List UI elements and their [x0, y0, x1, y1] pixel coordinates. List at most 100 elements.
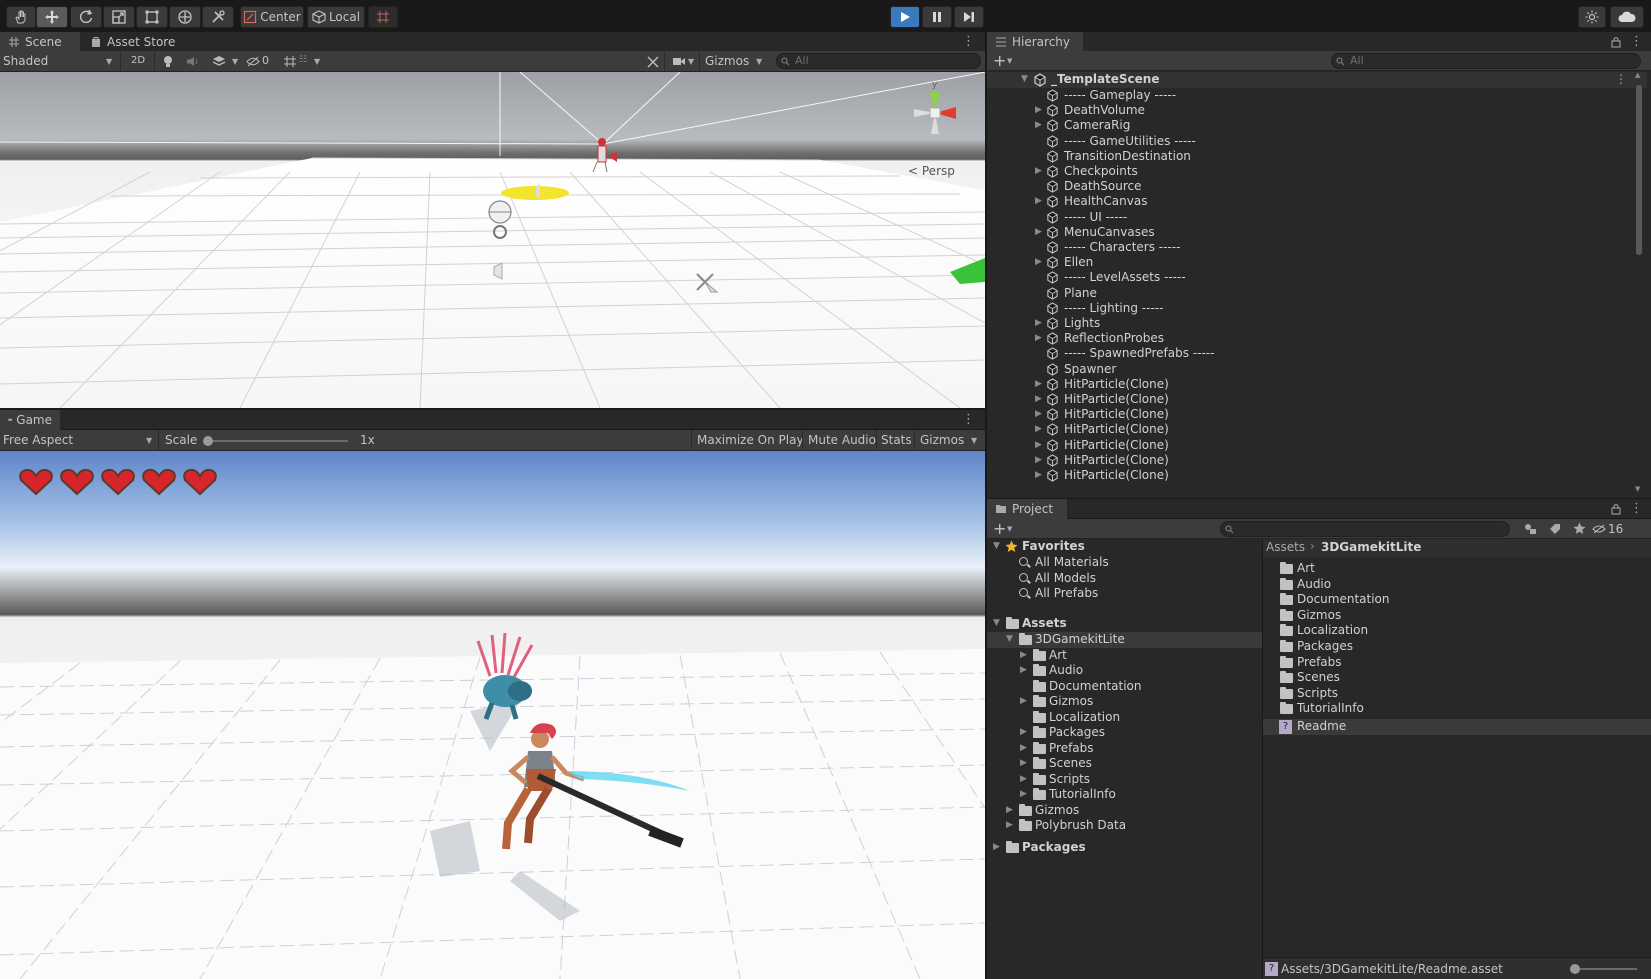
cloud-button[interactable]: [1610, 6, 1644, 28]
content-folder-item[interactable]: Scripts: [1263, 686, 1651, 702]
tab-hierarchy[interactable]: Hierarchy: [987, 32, 1083, 52]
scene-root-row[interactable]: ▼ _TemplateScene ⋮: [987, 72, 1647, 88]
hierarchy-item[interactable]: ▶ CameraRig: [987, 118, 1647, 134]
grid-settings-icon[interactable]: ☷: [299, 55, 307, 65]
breadcrumb-current[interactable]: 3DGamekitLite: [1321, 540, 1421, 554]
rotate-tool-button[interactable]: [70, 6, 102, 28]
icon-size-slider[interactable]: [1575, 968, 1637, 970]
hierarchy-item[interactable]: ▶ HitParticle(Clone): [987, 422, 1647, 438]
hierarchy-item[interactable]: ▶ HitParticle(Clone): [987, 407, 1647, 423]
hierarchy-item[interactable]: ▶ HitParticle(Clone): [987, 453, 1647, 469]
shading-mode-dropdown[interactable]: Shaded: [3, 54, 48, 68]
scrollbar-thumb[interactable]: [1636, 85, 1642, 255]
hierarchy-item[interactable]: ----- Gameplay -----: [987, 88, 1647, 104]
expand-arrow-icon[interactable]: ▶: [1035, 105, 1045, 115]
expand-arrow-icon[interactable]: ▶: [1035, 120, 1045, 130]
asset-tree-item[interactable]: ▶ Gizmos: [987, 803, 1262, 819]
expand-arrow-icon[interactable]: ▶: [1020, 758, 1027, 768]
expand-arrow-icon[interactable]: ▶: [1035, 424, 1045, 434]
scale-slider-handle[interactable]: [203, 436, 213, 446]
asset-tree-item[interactable]: ▶ Scripts: [987, 772, 1262, 788]
hidden-eye-icon[interactable]: [246, 56, 260, 67]
scene-viewport[interactable]: y < Persp: [0, 72, 985, 408]
expand-arrow-icon[interactable]: ▶: [1035, 318, 1045, 328]
scene-more-icon[interactable]: ⋮: [1615, 72, 1627, 86]
expand-arrow-icon[interactable]: ▶: [1020, 789, 1027, 799]
camera-dropdown-icon[interactable]: ▼: [688, 57, 694, 66]
hierarchy-item[interactable]: ----- UI -----: [987, 210, 1647, 226]
hierarchy-item[interactable]: ----- GameUtilities -----: [987, 134, 1647, 150]
hierarchy-item[interactable]: ▶ DeathVolume: [987, 103, 1647, 119]
transform-tool-button[interactable]: [169, 6, 201, 28]
expand-arrow-icon[interactable]: ▶: [1035, 333, 1045, 343]
effects-layers-icon[interactable]: [212, 55, 226, 68]
expand-arrow-icon[interactable]: ▶: [1035, 257, 1045, 267]
mute-audio-toggle[interactable]: Mute Audio: [808, 433, 876, 447]
hierarchy-item[interactable]: ▶ HealthCanvas: [987, 194, 1647, 210]
hierarchy-item[interactable]: ▶ HitParticle(Clone): [987, 438, 1647, 454]
pivot-local-button[interactable]: Local: [307, 6, 365, 28]
maximize-on-play-toggle[interactable]: Maximize On Play: [697, 433, 804, 447]
expand-arrow-icon[interactable]: ▶: [1035, 196, 1045, 206]
filter-type-icon[interactable]: [1524, 523, 1537, 535]
rect-tool-button[interactable]: [136, 6, 168, 28]
collapse-arrow-icon[interactable]: ▼: [993, 618, 1000, 628]
filter-label-icon[interactable]: [1549, 523, 1561, 535]
hierarchy-item[interactable]: TransitionDestination: [987, 149, 1647, 165]
effects-dropdown-icon[interactable]: ▼: [232, 57, 238, 66]
hierarchy-item[interactable]: ----- LevelAssets -----: [987, 270, 1647, 286]
expand-arrow-icon[interactable]: ▶: [1020, 727, 1027, 737]
grid-snap-button[interactable]: [368, 6, 398, 28]
move-tool-button[interactable]: [36, 6, 68, 28]
create-asset-button[interactable]: +: [993, 519, 1006, 538]
add-object-button[interactable]: +: [993, 51, 1006, 70]
content-folder-item[interactable]: TutorialInfo: [1263, 701, 1651, 717]
project-search-input[interactable]: [1220, 521, 1510, 537]
grid-toggle-icon[interactable]: [283, 55, 297, 68]
hierarchy-item[interactable]: Spawner: [987, 362, 1647, 378]
collapse-arrow-icon[interactable]: ▼: [1006, 634, 1013, 644]
hierarchy-item[interactable]: ▶ Lights: [987, 316, 1647, 332]
asset-tree-item[interactable]: ▼ 3DGamekitLite: [987, 632, 1262, 648]
asset-tree-item[interactable]: ▶ Art: [987, 648, 1262, 664]
breadcrumb-assets[interactable]: Assets: [1266, 540, 1305, 554]
audio-icon[interactable]: [186, 56, 200, 67]
hierarchy-scrollbar[interactable]: ▲ ▼: [1632, 71, 1646, 498]
asset-tree-item[interactable]: ▶ Scenes: [987, 756, 1262, 772]
favorite-item[interactable]: All Models: [987, 571, 1262, 587]
hierarchy-item[interactable]: ▶ ReflectionProbes: [987, 331, 1647, 347]
expand-arrow-icon[interactable]: ▶: [1020, 650, 1027, 660]
lock-icon[interactable]: [1611, 503, 1621, 515]
tab-project[interactable]: Project: [987, 499, 1067, 519]
game-gizmos-dropdown-icon[interactable]: ▼: [971, 436, 977, 445]
orientation-gizmo[interactable]: y: [900, 78, 970, 148]
hierarchy-item[interactable]: ▶ HitParticle(Clone): [987, 377, 1647, 393]
content-folder-item[interactable]: Packages: [1263, 639, 1651, 655]
hand-tool-button[interactable]: [6, 6, 36, 28]
aspect-dropdown[interactable]: Free Aspect: [3, 433, 73, 447]
hierarchy-item[interactable]: ▶ HitParticle(Clone): [987, 392, 1647, 408]
asset-tree-item[interactable]: ▶ TutorialInfo: [987, 787, 1262, 803]
project-more-icon[interactable]: ⋮: [1630, 501, 1643, 516]
collapse-arrow-icon[interactable]: ▼: [993, 541, 1000, 551]
asset-tree-item[interactable]: ▶ Polybrush Data: [987, 818, 1262, 834]
play-button[interactable]: [890, 6, 920, 28]
expand-arrow-icon[interactable]: ▶: [1035, 166, 1045, 176]
scene-more-icon[interactable]: ⋮: [962, 34, 975, 49]
assets-root-row[interactable]: ▼ Assets: [987, 616, 1262, 632]
readme-row[interactable]: ? Readme: [1263, 719, 1651, 735]
gizmos-dropdown-icon[interactable]: ▼: [756, 57, 762, 66]
scale-slider[interactable]: [208, 440, 348, 442]
expand-arrow-icon[interactable]: ▶: [993, 842, 1000, 852]
content-folder-item[interactable]: Prefabs: [1263, 655, 1651, 671]
expand-arrow-icon[interactable]: ▶: [1035, 440, 1045, 450]
hierarchy-more-icon[interactable]: ⋮: [1630, 34, 1643, 49]
asset-tree-item[interactable]: Documentation: [987, 679, 1262, 695]
hierarchy-search-input[interactable]: All: [1331, 53, 1641, 69]
pivot-center-button[interactable]: Center: [240, 6, 304, 28]
expand-arrow-icon[interactable]: ▶: [1035, 394, 1045, 404]
content-folder-item[interactable]: Audio: [1263, 577, 1651, 593]
favorite-item[interactable]: All Materials: [987, 555, 1262, 571]
expand-arrow-icon[interactable]: ▶: [1035, 470, 1045, 480]
lightbulb-icon[interactable]: [162, 55, 174, 68]
